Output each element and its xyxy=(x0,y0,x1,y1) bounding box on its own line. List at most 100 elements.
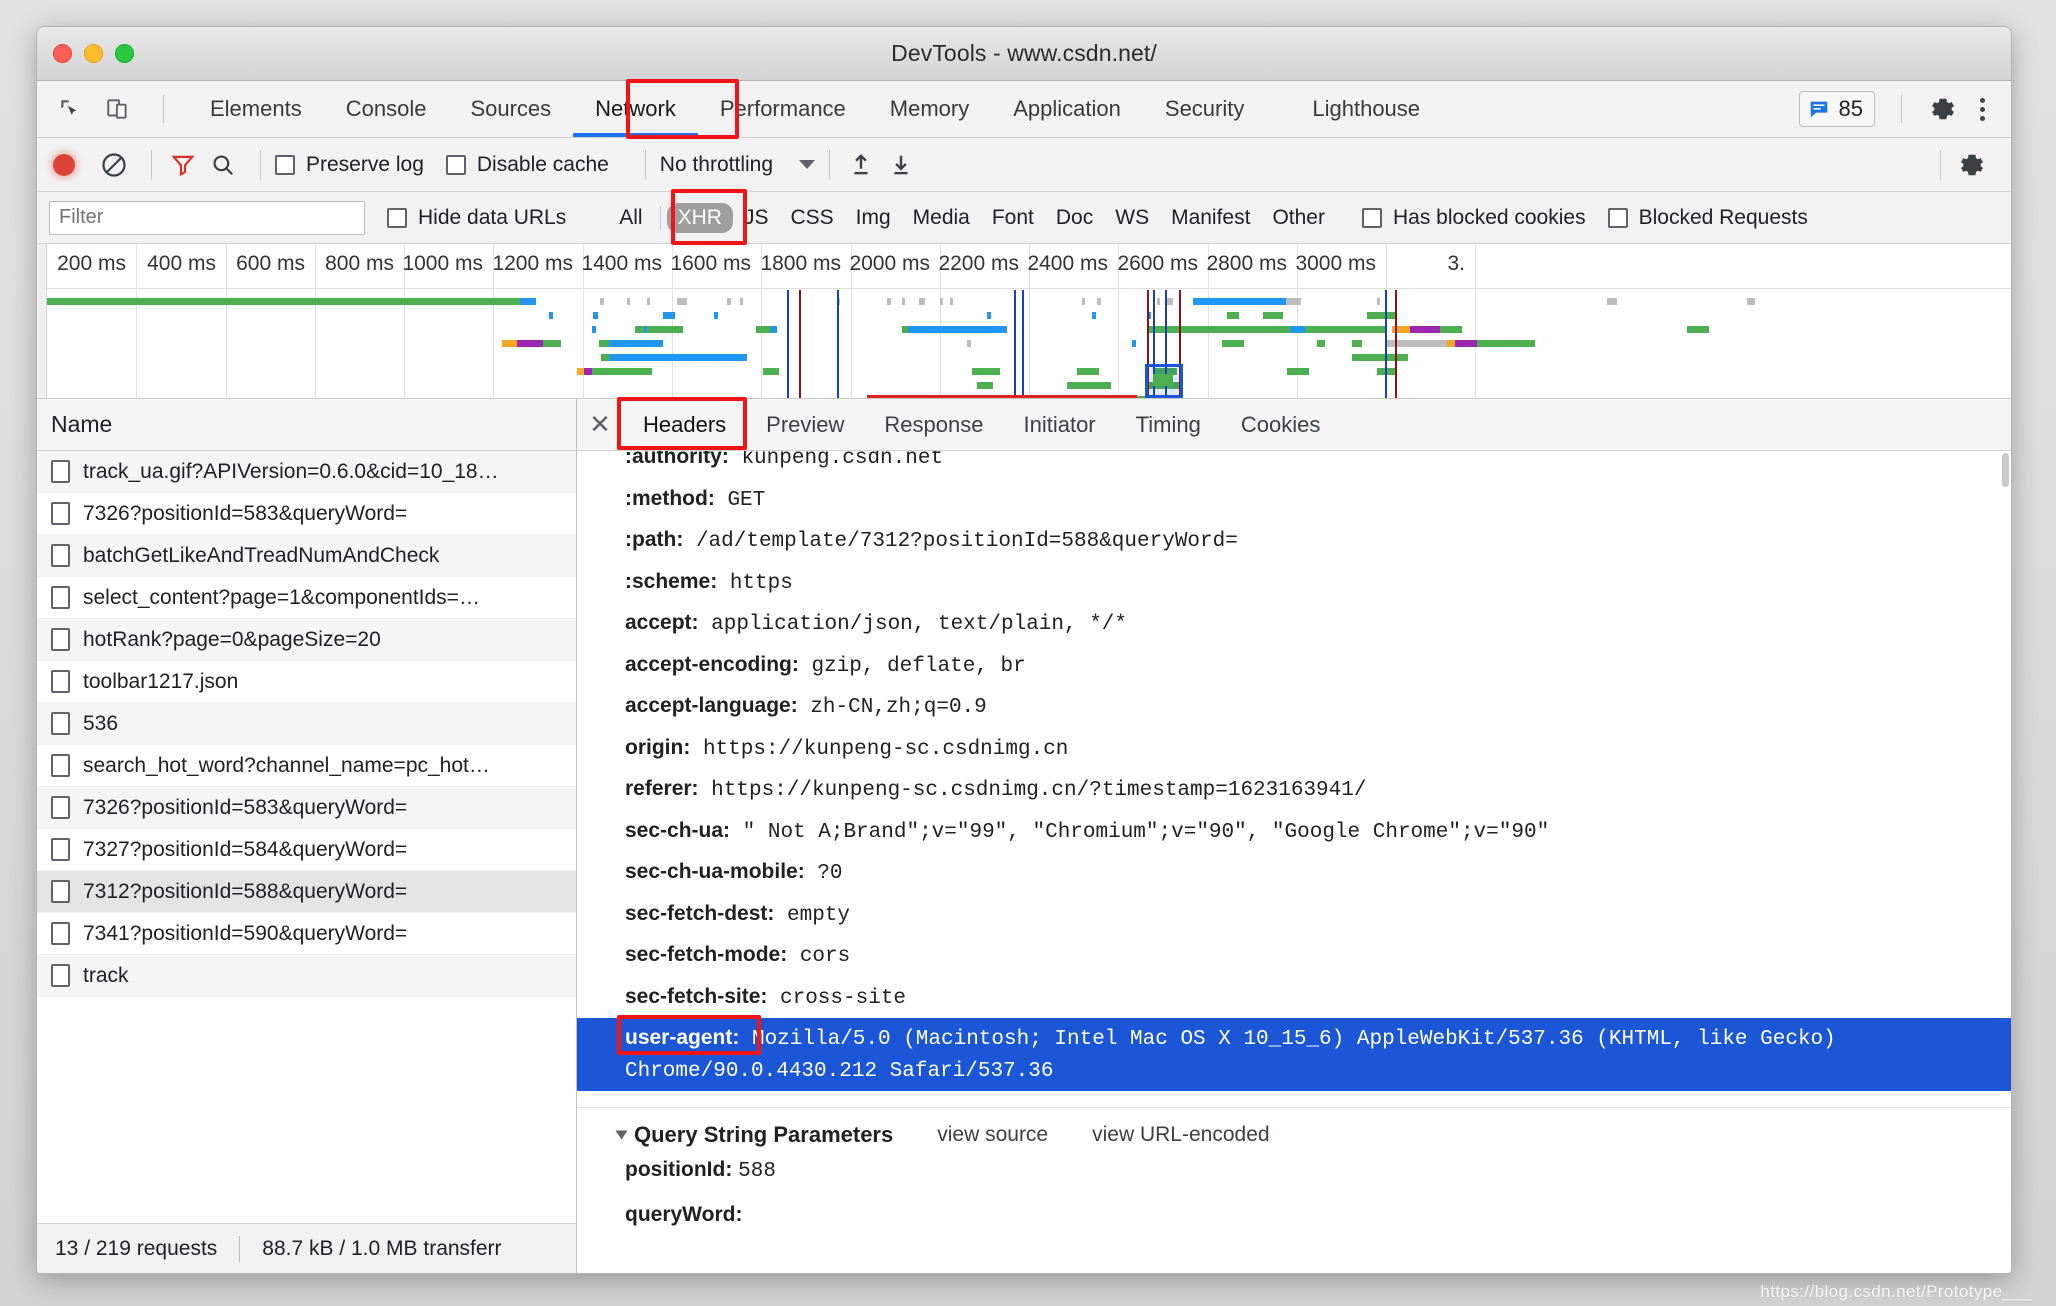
hide-data-urls-checkbox[interactable] xyxy=(387,207,407,228)
filter-funnel-icon[interactable] xyxy=(166,148,200,182)
request-row-checkbox[interactable] xyxy=(51,544,70,567)
header-row[interactable]: sec-fetch-dest: empty xyxy=(577,894,2011,936)
header-row[interactable]: :path: /ad/template/7312?positionId=588&… xyxy=(577,520,2011,562)
query-string-header[interactable]: Query String Parameters view source view U… xyxy=(577,1122,2011,1148)
request-row-checkbox[interactable] xyxy=(51,754,70,777)
header-row[interactable]: sec-fetch-mode: cors xyxy=(577,935,2011,977)
tab-preview[interactable]: Preview xyxy=(746,399,864,450)
tab-cookies[interactable]: Cookies xyxy=(1221,399,1340,450)
request-row-checkbox[interactable] xyxy=(51,964,70,987)
throttling-dropdown[interactable]: No throttling xyxy=(660,153,816,177)
request-row[interactable]: track_ua.gif?APIVersion=0.6.0&cid=10_18… xyxy=(37,451,576,493)
request-row[interactable]: 7326?positionId=583&queryWord= xyxy=(37,787,576,829)
header-row[interactable]: sec-ch-ua: " Not A;Brand";v="99", "Chrom… xyxy=(577,811,2011,853)
maximize-window-button[interactable] xyxy=(115,44,134,63)
request-row[interactable]: 7326?positionId=583&queryWord= xyxy=(37,493,576,535)
network-settings-gear-icon[interactable] xyxy=(1955,148,1989,182)
filter-type-xhr[interactable]: XHR xyxy=(666,202,733,233)
close-icon[interactable]: ✕ xyxy=(577,409,623,440)
tab-security[interactable]: Security xyxy=(1143,81,1266,137)
tab-lighthouse[interactable]: Lighthouse xyxy=(1266,81,1442,137)
tab-network[interactable]: Network xyxy=(573,81,698,137)
tab-memory[interactable]: Memory xyxy=(868,81,991,137)
has-blocked-cookies-checkbox[interactable] xyxy=(1361,207,1382,228)
request-row[interactable]: batchGetLikeAndTreadNumAndCheck xyxy=(37,535,576,577)
request-row-checkbox[interactable] xyxy=(51,838,70,861)
request-row-checkbox[interactable] xyxy=(51,712,70,735)
request-row[interactable]: select_content?page=1&componentIds=… xyxy=(37,577,576,619)
request-row[interactable]: 7341?positionId=590&queryWord= xyxy=(37,913,576,955)
tab-sources[interactable]: Sources xyxy=(448,81,573,137)
blocked-requests-checkbox-row[interactable]: Blocked Requests xyxy=(1607,206,1808,230)
toggle-device-toolbar-icon[interactable] xyxy=(103,94,133,124)
filter-type-manifest[interactable]: Manifest xyxy=(1160,203,1261,233)
tab-headers[interactable]: Headers xyxy=(623,399,746,450)
search-icon[interactable] xyxy=(206,148,240,182)
header-row-highlighted[interactable]: user-agent: Mozilla/5.0 (Macintosh; Inte… xyxy=(577,1018,2011,1091)
triangle-down-icon[interactable] xyxy=(615,1130,628,1140)
request-row-checkbox[interactable] xyxy=(51,502,70,525)
header-row[interactable]: accept-encoding: gzip, deflate, br xyxy=(577,645,2011,687)
filter-type-js[interactable]: JS xyxy=(733,203,780,233)
header-row[interactable]: accept-language: zh-CN,zh;q=0.9 xyxy=(577,686,2011,728)
filter-type-img[interactable]: Img xyxy=(845,203,902,233)
request-row[interactable]: 536 xyxy=(37,703,576,745)
request-list[interactable]: track_ua.gif?APIVersion=0.6.0&cid=10_18…… xyxy=(37,451,576,1110)
request-row-checkbox[interactable] xyxy=(51,460,70,483)
disable-cache-checkbox[interactable] xyxy=(445,154,466,175)
view-url-encoded-link[interactable]: view URL-encoded xyxy=(1092,1123,1269,1147)
header-row[interactable]: sec-ch-ua-mobile: ?0 xyxy=(577,852,2011,894)
request-list-header[interactable]: Name xyxy=(37,399,576,451)
scrollbar-thumb[interactable] xyxy=(2002,453,2009,487)
clear-requests-icon[interactable] xyxy=(97,148,131,182)
request-row-checkbox[interactable] xyxy=(51,880,70,903)
header-row[interactable]: :scheme: https xyxy=(577,562,2011,604)
filter-input[interactable] xyxy=(49,200,365,235)
header-row[interactable]: :authority: kunpeng.csdn.net xyxy=(577,451,2011,479)
filter-type-other[interactable]: Other xyxy=(1261,203,1336,233)
preserve-log-checkbox[interactable] xyxy=(275,154,295,175)
filter-type-doc[interactable]: Doc xyxy=(1045,203,1104,233)
more-options-icon[interactable] xyxy=(1972,94,1993,125)
header-row[interactable]: accept: application/json, text/plain, */… xyxy=(577,603,2011,645)
preserve-log-checkbox-row[interactable]: Preserve log xyxy=(275,153,424,177)
filter-type-media[interactable]: Media xyxy=(902,203,981,233)
request-row[interactable]: track xyxy=(37,955,576,997)
request-row[interactable]: toolbar1217.json xyxy=(37,661,576,703)
header-row[interactable]: referer: https://kunpeng-sc.csdnimg.cn/?… xyxy=(577,769,2011,811)
filter-type-font[interactable]: Font xyxy=(981,203,1045,233)
tab-initiator[interactable]: Initiator xyxy=(1003,399,1115,450)
request-row[interactable]: hotRank?page=0&pageSize=20 xyxy=(37,619,576,661)
export-har-icon[interactable] xyxy=(884,148,918,182)
blocked-requests-checkbox[interactable] xyxy=(1607,207,1628,228)
tab-timing[interactable]: Timing xyxy=(1116,399,1221,450)
request-row[interactable]: 7327?positionId=584&queryWord= xyxy=(37,829,576,871)
disable-cache-checkbox-row[interactable]: Disable cache xyxy=(445,153,609,177)
hide-data-urls-checkbox-row[interactable]: Hide data URLs xyxy=(387,206,566,230)
tab-elements[interactable]: Elements xyxy=(188,81,324,137)
tab-console[interactable]: Console xyxy=(324,81,449,137)
request-row[interactable]: 7312?positionId=588&queryWord= xyxy=(37,871,576,913)
view-source-link[interactable]: view source xyxy=(937,1123,1048,1147)
request-row-checkbox[interactable] xyxy=(51,796,70,819)
request-row[interactable]: search_hot_word?channel_name=pc_hot… xyxy=(37,745,576,787)
tab-response[interactable]: Response xyxy=(864,399,1003,450)
import-har-icon[interactable] xyxy=(844,148,878,182)
settings-gear-icon[interactable] xyxy=(1928,94,1958,124)
filter-type-css[interactable]: CSS xyxy=(779,203,844,233)
tab-performance[interactable]: Performance xyxy=(698,81,868,137)
overview-canvas[interactable]: 200 ms 400 ms 600 ms 800 ms 1000 ms 1200 ms 14… xyxy=(47,244,2011,398)
headers-content[interactable]: :authority: kunpeng.csdn.net:method: GET… xyxy=(577,451,2011,1273)
request-row-checkbox[interactable] xyxy=(51,628,70,651)
header-row[interactable]: sec-fetch-site: cross-site xyxy=(577,977,2011,1019)
has-blocked-cookies-checkbox-row[interactable]: Has blocked cookies xyxy=(1361,206,1586,230)
minimize-window-button[interactable] xyxy=(84,44,103,63)
network-overview-timeline[interactable]: 200 ms 400 ms 600 ms 800 ms 1000 ms 1200 ms 14… xyxy=(37,244,2011,399)
filter-type-all[interactable]: All xyxy=(608,203,653,233)
issues-counter-button[interactable]: 85 xyxy=(1798,91,1875,127)
header-row[interactable]: origin: https://kunpeng-sc.csdnimg.cn xyxy=(577,728,2011,770)
request-row-checkbox[interactable] xyxy=(51,922,70,945)
record-button[interactable] xyxy=(53,153,75,176)
inspect-element-icon[interactable] xyxy=(55,94,85,124)
header-row[interactable]: :method: GET xyxy=(577,479,2011,521)
